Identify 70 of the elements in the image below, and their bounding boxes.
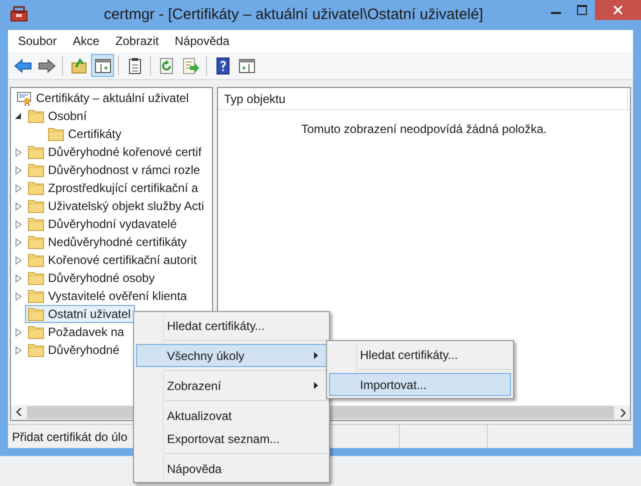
tree-item[interactable]: Kořenové certifikační autorit [25,251,201,269]
menu-bar-item[interactable]: Soubor [10,32,65,50]
menu-item[interactable]: Hledat certifikáty... [329,343,511,366]
menu-bar-item[interactable]: Zobrazit [107,32,167,50]
folder-icon [28,289,44,303]
window-title: certmgr - [Certifikáty – aktuální uživatel\Ostatní uživatelé] [104,4,484,25]
tree-item[interactable]: Certifikáty [45,125,126,143]
menu-item[interactable]: Hledat certifikáty... [136,314,327,337]
tree-item[interactable]: Vystavitelé ověření klienta [25,287,191,305]
menu-item[interactable]: Importovat... [329,373,511,396]
folder-icon [28,199,44,213]
refresh-icon [158,56,176,74]
folder-icon [28,343,44,357]
toolbar-button[interactable] [91,54,114,77]
expand-triangle-icon[interactable] [14,274,22,282]
tree-item[interactable]: Certifikáty – aktuální uživatel [15,88,193,108]
certificate-icon [16,90,32,106]
tree-item[interactable]: Důvěryhodné osoby [25,269,159,287]
menu-item[interactable]: Nápověda [136,457,327,480]
tree-item[interactable]: Důvěryhodné kořenové certif [25,143,206,161]
tree-item[interactable]: Osobní [25,107,91,125]
tree-item[interactable]: Zprostředkující certifikační a [25,179,202,197]
expand-triangle-icon[interactable] [14,238,22,246]
folder-icon [28,271,44,285]
folder-icon [28,163,44,177]
expand-triangle-icon[interactable] [14,184,22,192]
expand-triangle-icon[interactable] [14,328,22,336]
tree-item[interactable]: Uživatelský objekt služby Acti [25,197,208,215]
expand-triangle-icon[interactable] [14,148,22,156]
tree-item[interactable]: Důvěryhodné [25,341,124,359]
expand-triangle-icon[interactable] [14,202,22,210]
column-header[interactable]: Typ objektu [218,88,628,109]
expand-triangle-icon[interactable] [14,346,22,354]
expand-triangle-icon[interactable] [14,256,22,264]
close-icon [613,5,623,15]
help-book-icon [214,56,232,74]
folder-icon [48,127,64,141]
expand-triangle-icon[interactable] [14,166,22,174]
tree-pane-icon [94,56,112,74]
back-arrow-icon [14,56,32,74]
folder-icon [28,325,44,339]
close-button[interactable] [595,0,641,20]
empty-message: Tomuto zobrazení neodpovídá žádná položka. [301,122,547,136]
tree-item[interactable]: Důvěryhodní vydavatelé [25,215,181,233]
action-pane-icon [238,56,256,74]
folder-icon [28,145,44,159]
tree-item[interactable]: Důvěryhodnost v rámci rozle [25,161,204,179]
menu-item[interactable]: Všechny úkoly [136,344,327,367]
export-list-icon [182,56,200,74]
tree-item[interactable]: Ostatní uživatel [25,305,135,323]
tree-item[interactable]: Nedůvěryhodné certifikáty [25,233,191,251]
folder-up-icon [70,56,88,74]
expand-triangle-icon[interactable] [14,220,22,228]
folder-icon [28,109,44,123]
folder-icon [28,307,44,321]
tree-item[interactable]: Požadavek na [25,323,128,341]
folder-icon [28,253,44,267]
folder-icon [28,235,44,249]
collapse-triangle-icon[interactable] [14,112,22,120]
menu-bar-item[interactable]: Nápověda [166,32,238,50]
submenu-arrow-icon [314,382,318,389]
menu-bar-item[interactable]: Akce [64,32,108,50]
menu-item[interactable]: Aktualizovat [136,404,327,427]
menu-item[interactable]: Zobrazení [136,374,327,397]
forward-arrow-icon [38,56,56,74]
folder-icon [28,217,44,231]
folder-icon [28,181,44,195]
expand-triangle-icon[interactable] [14,292,22,300]
certificate-box-icon [10,5,28,23]
submenu-arrow-icon [314,352,318,359]
